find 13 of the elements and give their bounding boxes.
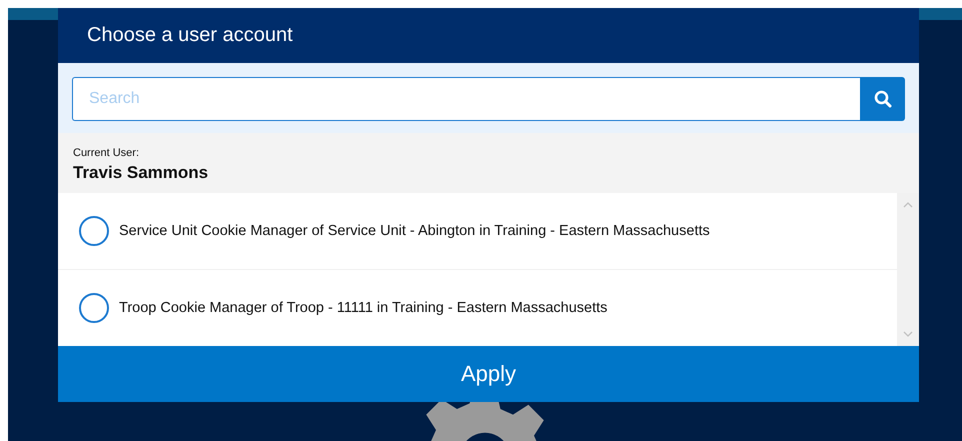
account-label: Service Unit Cookie Manager of Service Unit - Abington in Training - Eastern Massachusetts: [119, 223, 710, 239]
current-user-label: Current User:: [73, 147, 140, 159]
search-icon: [874, 90, 892, 108]
apply-button[interactable]: Apply: [58, 346, 919, 402]
account-option[interactable]: Troop Cookie Manager of Troop - 11111 in Training - Eastern Massachusetts: [58, 270, 897, 346]
account-option[interactable]: Service Unit Cookie Manager of Service Unit - Abington in Training - Eastern Massachusetts: [58, 193, 897, 270]
search-field[interactable]: Search: [72, 77, 860, 121]
account-label: Troop Cookie Manager of Troop - 11111 in Training - Eastern Massachusetts: [119, 300, 608, 316]
radio-button[interactable]: [79, 216, 109, 246]
search-button[interactable]: [860, 77, 905, 121]
dialog-title: Choose a user account: [87, 24, 293, 47]
current-user-name: Travis Sammons: [73, 163, 210, 183]
radio-button[interactable]: [79, 293, 109, 323]
